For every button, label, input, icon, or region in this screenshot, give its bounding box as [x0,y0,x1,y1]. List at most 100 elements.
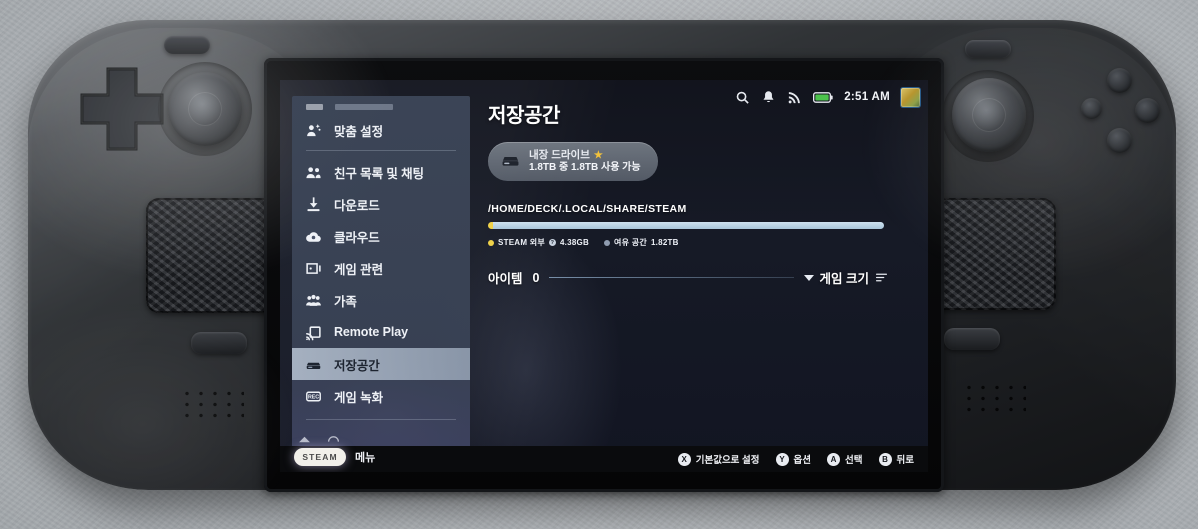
internal-drive-icon [502,157,519,166]
family-icon [306,294,321,306]
legend-value: 4.38GB [559,238,590,247]
sidebar-item-remote-play[interactable]: Remote Play [292,316,470,348]
item-count-value: 0 [532,270,540,285]
item-sort-row: 아이템 0 게임 크기 [488,268,888,287]
right-speaker [962,382,1026,416]
sidebar-item-label: 게임 관련 [334,262,383,277]
settings-sidebar[interactable]: 맞춤 설정 친구 목록 및 채팅 다운로드 클라우드 게임 관련 가족 Remo… [292,96,470,472]
sidebar-item-truncated[interactable] [292,100,470,114]
action-bar: X 기본값으로 설정 Y 옵션 A 선택 B 뒤로 [280,446,928,472]
legend-color-dot [604,239,611,246]
left-trackpad[interactable] [146,198,280,313]
friends-icon [306,166,321,178]
steam-menu-row[interactable]: STEAM 메뉴 [294,448,375,466]
storage-usage-bar [488,222,884,229]
svg-text:REC: REC [308,394,319,400]
storage-legend: STEAM 외부 ? 4.38GB 여유 공간 1.82TB [488,237,922,248]
action-label: 기본값으로 설정 [695,455,760,466]
b-button-glyph: B [878,452,892,466]
right-stick-well [942,70,1034,162]
left-analog-stick[interactable] [168,72,242,146]
cloud-icon [306,231,321,242]
legend-label: 여유 공간 [614,238,647,247]
notification-bell-icon[interactable] [761,90,776,105]
download-icon [307,196,320,211]
help-icon[interactable]: ? [548,239,556,246]
drive-text: 내장 드라이브 ★ 1.8TB 중 1.8TB 사용 가능 [529,149,641,173]
sidebar-item-game[interactable]: 게임 관련 [292,252,470,284]
sidebar-item-label: 맞춤 설정 [334,124,383,139]
item-count-label: 아이템 [488,272,523,286]
dpad-hint-group [298,435,340,444]
action-label: 옵션 [793,455,812,466]
action-label: 뒤로 [896,455,914,466]
y-button[interactable] [1107,68,1132,93]
action-b[interactable]: B 뒤로 [878,452,914,466]
storage-panel: 저장공간 내장 드라이브 ★ 1.8TB 중 1.8TB 사용 가능 /HOME… [480,88,922,442]
drive-card[interactable]: 내장 드라이브 ★ 1.8TB 중 1.8TB 사용 가능 [488,142,658,181]
x-button[interactable] [1081,98,1102,119]
sidebar-item-label: 저장공간 [334,358,380,373]
drive-name: 내장 드라이브 [529,149,590,162]
truncated-label [335,104,393,110]
dpad-up-icon [299,436,310,443]
chevron-down-icon[interactable] [803,274,814,281]
sidebar-item-cloud[interactable]: 클라우드 [292,220,470,252]
sort-list-icon[interactable] [875,272,888,283]
legend-item-free-space: 여유 공간 1.82TB [604,237,679,248]
steam-menu-label: 메뉴 [355,452,376,464]
battery-icon[interactable] [813,91,833,104]
sidebar-item-label: 친구 목록 및 채팅 [334,166,424,181]
sidebar-item-downloads[interactable]: 다운로드 [292,188,470,220]
sidebar-item-label: Remote Play [334,325,408,339]
right-menu-button[interactable] [944,328,1000,350]
action-label: 선택 [845,455,863,466]
view-button[interactable] [164,36,210,54]
clock: 2:51 AM [844,91,890,103]
sidebar-item-friends[interactable]: 친구 목록 및 채팅 [292,156,470,188]
avatar[interactable] [901,87,920,107]
sort-control[interactable]: 게임 크기 [803,268,888,287]
right-analog-stick[interactable] [952,78,1026,152]
drive-capacity: 1.8TB 중 1.8TB 사용 가능 [529,161,641,173]
storage-path: /HOME/DECK/.LOCAL/SHARE/STEAM [488,203,687,215]
star-icon: ★ [593,149,603,161]
legend-item-steam-external: STEAM 외부 ? 4.38GB [488,237,589,248]
game-icon [306,262,321,274]
sort-label: 게임 크기 [819,272,869,286]
left-menu-button[interactable] [191,332,247,354]
sidebar-divider-bottom [306,419,456,420]
sidebar-item-storage[interactable]: 저장공간 [292,348,470,380]
right-trackpad[interactable] [928,198,1056,310]
photo-scene: 2:51 AM 맞춤 설정 친구 목록 및 채팅 다운로드 클라우드 게임 관련… [0,0,1198,529]
sidebar-item-game-recording[interactable]: REC 게임 녹화 [292,380,470,412]
sidebar-item-label: 다운로드 [334,198,380,213]
drive-name-row: 내장 드라이브 ★ [529,149,641,161]
sidebar-item-label: 가족 [334,294,357,309]
row-rule [549,277,794,278]
b-button[interactable] [1135,98,1160,123]
steam-deck-device: 2:51 AM 맞춤 설정 친구 목록 및 채팅 다운로드 클라우드 게임 관련… [28,20,1176,492]
sidebar-item-label: 게임 녹화 [334,390,383,405]
wifi-icon[interactable] [787,90,802,105]
a-button[interactable] [1107,128,1132,153]
status-bar: 2:51 AM [735,84,920,110]
search-icon[interactable] [735,90,750,105]
legend-label: STEAM 외부 [498,238,545,247]
bumper-icon [327,436,340,442]
y-button-glyph: Y [775,452,789,466]
sidebar-item-family[interactable]: 가족 [292,284,470,316]
action-x[interactable]: X 기본값으로 설정 [677,452,760,466]
screen-bezel: 2:51 AM 맞춤 설정 친구 목록 및 채팅 다운로드 클라우드 게임 관련… [264,58,944,492]
options-button[interactable] [965,40,1011,58]
dpad[interactable] [74,65,170,161]
left-stick-well [158,62,252,156]
screen: 2:51 AM 맞춤 설정 친구 목록 및 채팅 다운로드 클라우드 게임 관련… [280,80,928,472]
action-y[interactable]: Y 옵션 [775,452,812,466]
a-button-glyph: A [827,452,841,466]
steam-button[interactable]: STEAM [294,448,346,466]
legend-value: 1.82TB [650,238,679,247]
sidebar-item-personalize[interactable]: 맞춤 설정 [292,114,470,146]
personalize-icon [307,123,321,136]
action-a[interactable]: A 선택 [827,452,863,466]
